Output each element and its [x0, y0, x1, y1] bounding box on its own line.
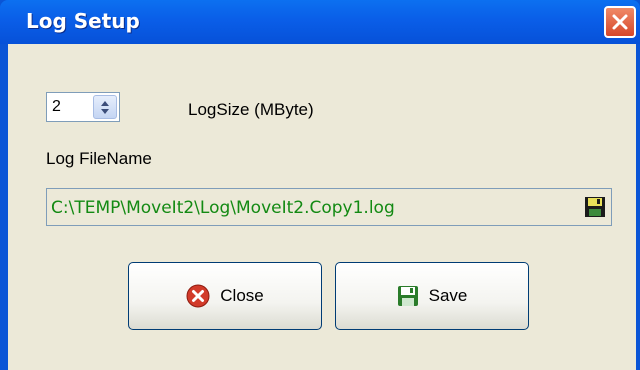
- log-filename-field[interactable]: C:\TEMP\MoveIt2\Log\MoveIt2.Copy1.log: [46, 188, 612, 226]
- spinner-up-icon[interactable]: [101, 100, 109, 106]
- window-close-button[interactable]: [604, 6, 636, 38]
- floppy-disk-icon[interactable]: [584, 196, 606, 223]
- close-button[interactable]: Close: [128, 262, 322, 330]
- window-title: Log Setup: [26, 9, 140, 33]
- title-bar[interactable]: Log Setup: [0, 0, 640, 44]
- log-filename-path: C:\TEMP\MoveIt2\Log\MoveIt2.Copy1.log: [51, 198, 395, 218]
- spinner-arrows[interactable]: [93, 95, 117, 119]
- log-filename-label: Log FileName: [46, 149, 152, 168]
- log-size-value[interactable]: 2: [52, 98, 61, 116]
- save-button[interactable]: Save: [335, 262, 529, 330]
- close-x-icon: [612, 14, 628, 30]
- save-button-label: Save: [428, 286, 468, 305]
- floppy-disk-icon: [397, 285, 419, 307]
- dialog-body: 2 LogSize (MByte) Log FileName C:\TEMP\M…: [8, 44, 636, 370]
- spinner-down-icon[interactable]: [101, 108, 109, 114]
- log-size-spinner[interactable]: 2: [46, 92, 120, 122]
- log-setup-window: Log Setup 2 LogSize (MByte) Log FileName…: [0, 0, 640, 370]
- close-button-label: Close: [220, 286, 264, 305]
- red-x-circle-icon: [186, 284, 210, 308]
- log-size-label: LogSize (MByte): [188, 100, 314, 119]
